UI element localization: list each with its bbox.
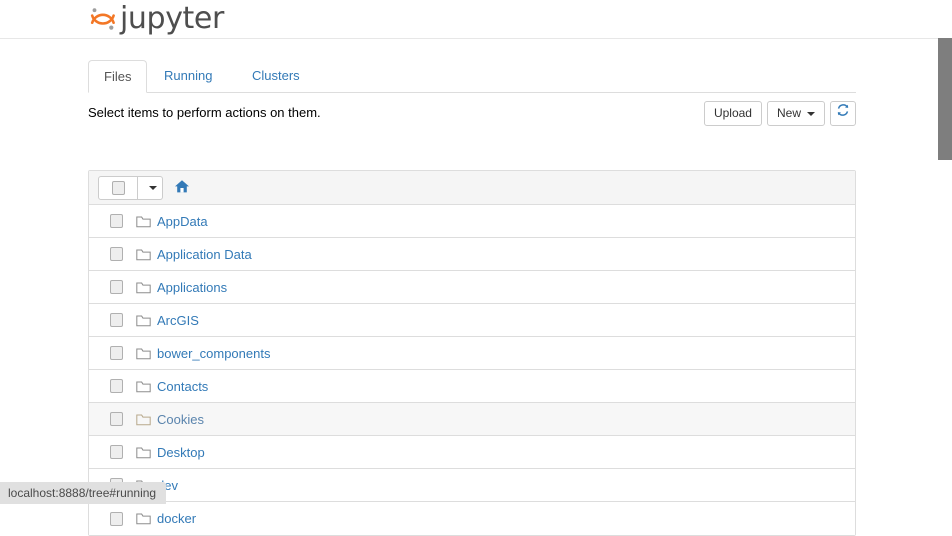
upload-button[interactable]: Upload [703,101,762,126]
row-checkbox[interactable] [110,247,123,261]
caret-down-icon [149,185,157,190]
page-header: jupyter [0,0,952,39]
tab-bar: Files Running Clusters [88,60,856,93]
folder-icon [136,248,151,261]
jupyter-logo-icon [88,4,118,34]
table-row[interactable]: Desktop [89,436,855,469]
refresh-button[interactable] [830,101,856,126]
table-row[interactable]: Contacts [89,370,855,403]
row-checkbox[interactable] [110,280,123,294]
file-name-link[interactable]: docker [157,511,196,526]
breadcrumb-home[interactable] [174,179,190,197]
folder-icon [136,380,151,393]
vertical-scrollbar[interactable] [938,0,952,504]
select-all-dropdown-button[interactable] [138,175,163,200]
folder-icon [136,347,151,360]
table-row[interactable]: Application Data [89,238,855,271]
row-checkbox[interactable] [110,379,123,393]
caret-down-icon [807,111,815,116]
refresh-icon [836,102,850,125]
file-name-link[interactable]: Contacts [157,379,208,394]
row-checkbox[interactable] [110,313,123,327]
select-all-checkbox-button[interactable] [98,175,138,200]
row-checkbox[interactable] [110,445,123,459]
folder-icon [136,281,151,294]
jupyter-logo[interactable]: jupyter [88,1,224,37]
select-all-group [98,175,163,200]
file-name-link[interactable]: Application Data [157,247,252,262]
browser-status-bar: localhost:8888/tree#running [0,482,167,504]
tab-running[interactable]: Running [149,60,227,93]
action-buttons: Upload New [703,101,856,126]
file-name-link[interactable]: AppData [157,214,208,229]
home-icon [174,179,190,197]
jupyter-wordmark: jupyter [120,1,224,36]
table-row[interactable]: docker [89,502,855,535]
scrollbar-thumb[interactable] [938,38,952,160]
tab-files[interactable]: Files [88,60,148,93]
file-rows: AppData Application Data Applications Ar… [89,205,855,535]
row-checkbox[interactable] [110,214,123,228]
folder-icon [136,413,151,426]
file-name-link[interactable]: Cookies [157,412,204,427]
folder-icon [136,215,151,228]
tab-clusters[interactable]: Clusters [237,60,315,93]
table-row[interactable]: bower_components [89,337,855,370]
row-checkbox[interactable] [110,346,123,360]
selection-hint: Select items to perform actions on them. [88,105,321,120]
main-container: Files Running Clusters Select items to p… [0,39,938,536]
new-dropdown-button[interactable]: New [766,101,825,126]
table-row[interactable]: AppData [89,205,855,238]
file-name-link[interactable]: Applications [157,280,227,295]
file-name-link[interactable]: Desktop [157,445,205,460]
table-row[interactable]: dev [89,469,855,502]
file-list-header [89,171,855,205]
folder-icon [136,314,151,327]
new-dropdown-label: New [776,106,801,120]
checkbox-icon [111,180,125,195]
file-name-link[interactable]: bower_components [157,346,270,361]
table-row[interactable]: ArcGIS [89,304,855,337]
row-checkbox[interactable] [110,511,123,526]
table-row[interactable]: Cookies [89,403,855,436]
folder-icon [136,512,151,525]
row-checkbox[interactable] [110,412,123,426]
action-bar: Select items to perform actions on them.… [88,101,856,129]
file-name-link[interactable]: ArcGIS [157,313,199,328]
folder-icon [136,446,151,459]
table-row[interactable]: Applications [89,271,855,304]
file-list: AppData Application Data Applications Ar… [88,170,856,536]
